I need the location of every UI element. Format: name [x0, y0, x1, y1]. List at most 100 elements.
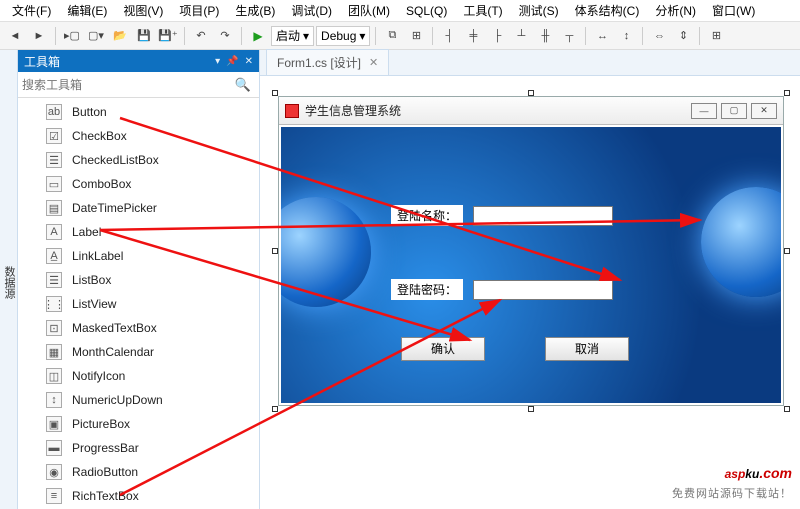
toolbox-item-listbox[interactable]: ☰ListBox	[18, 268, 259, 292]
control-icon: ▣	[46, 416, 62, 432]
toolbox-item-numericupdown[interactable]: ↕NumericUpDown	[18, 388, 259, 412]
tab-order-icon[interactable]: ⊞	[405, 25, 427, 47]
save-icon[interactable]: 💾	[133, 25, 155, 47]
menu-file[interactable]: 文件(F)	[4, 0, 59, 21]
toolbox-item-label: MonthCalendar	[72, 345, 154, 359]
toolbox-item-notifyicon[interactable]: ◫ NotifyIcon	[18, 364, 259, 388]
close-icon[interactable]: ✕	[751, 103, 777, 119]
menu-view[interactable]: 视图(V)	[115, 0, 171, 21]
minimize-icon[interactable]: —	[691, 103, 717, 119]
hspace-icon[interactable]: ↔	[591, 25, 613, 47]
chevron-down-icon: ▾	[303, 29, 309, 43]
align-top-icon[interactable]: ┴	[510, 25, 532, 47]
nav-back-icon[interactable]: ◄	[4, 25, 26, 47]
menu-analyze[interactable]: 分析(N)	[647, 0, 704, 21]
align-mid-icon[interactable]: ╫	[534, 25, 556, 47]
toolbox-item-combobox[interactable]: ▭ComboBox	[18, 172, 259, 196]
grid-icon[interactable]: ⊞	[705, 25, 727, 47]
menu-sql[interactable]: SQL(Q)	[398, 2, 455, 20]
menu-arch[interactable]: 体系结构(C)	[567, 0, 648, 21]
toolbox-item-linklabel[interactable]: A̲LinkLabel	[18, 244, 259, 268]
toolbox-item-datetimepicker[interactable]: ▤DateTimePicker	[18, 196, 259, 220]
add-item-icon[interactable]: ▢▾	[85, 25, 107, 47]
toolbox-item-richtextbox[interactable]: ≡ RichTextBox	[18, 484, 259, 508]
align-right-icon[interactable]: ├	[486, 25, 508, 47]
toolbox-search: 🔍	[18, 72, 259, 98]
undo-icon[interactable]: ↶	[190, 25, 212, 47]
toolbox-item-button[interactable]: ab Button	[18, 100, 259, 124]
save-all-icon[interactable]: 💾⁺	[157, 25, 179, 47]
menu-window[interactable]: 窗口(W)	[704, 0, 763, 21]
close-icon[interactable]: ✕	[245, 56, 253, 67]
toolbox-item-label: MaskedTextBox	[72, 321, 157, 335]
toolbox-item-radiobutton[interactable]: ◉RadioButton	[18, 460, 259, 484]
control-icon: ▬	[46, 440, 62, 456]
cancel-button[interactable]: 取消	[545, 337, 629, 361]
textbox-username[interactable]	[473, 206, 613, 226]
align-center-icon[interactable]: ╪	[462, 25, 484, 47]
menu-test[interactable]: 测试(S)	[511, 0, 567, 21]
label-password[interactable]: 登陆密码：	[391, 279, 463, 300]
globe-image	[281, 197, 371, 307]
toolbox-item-label[interactable]: ALabel	[18, 220, 259, 244]
control-icon: ◫	[46, 368, 62, 384]
toolbox-item-label: CheckedListBox	[72, 153, 159, 167]
toolbox-title: 工具箱	[24, 53, 60, 70]
toolbox-item-label: NumericUpDown	[72, 393, 163, 407]
nav-fwd-icon[interactable]: ►	[28, 25, 50, 47]
control-icon: A̲	[46, 248, 62, 264]
toolbox-item-listview[interactable]: ⋮⋮ListView	[18, 292, 259, 316]
ok-button[interactable]: 确认	[401, 337, 485, 361]
start-debug-icon[interactable]: ▶	[247, 25, 269, 47]
search-input[interactable]	[22, 78, 231, 92]
tab-label: Form1.cs [设计]	[277, 54, 361, 71]
toolbox-item-label: NotifyIcon	[72, 369, 125, 383]
align-bot-icon[interactable]: ┬	[558, 25, 580, 47]
toolbox-item-label: PictureBox	[72, 417, 130, 431]
menu-project[interactable]: 项目(P)	[171, 0, 227, 21]
size-height-icon[interactable]: ⇕	[672, 25, 694, 47]
maximize-icon[interactable]: ▢	[721, 103, 747, 119]
open-icon[interactable]: 📂	[109, 25, 131, 47]
control-icon: ab	[46, 104, 62, 120]
layout-icon[interactable]: ⧉	[381, 25, 403, 47]
dropdown-icon[interactable]: ▾	[215, 56, 220, 67]
toolbox-item-label: Button	[72, 105, 107, 119]
align-left-icon[interactable]: ┤	[438, 25, 460, 47]
tab-form1[interactable]: Form1.cs [设计] ✕	[266, 49, 389, 75]
app-icon	[285, 104, 299, 118]
config-select[interactable]: Debug ▾	[316, 26, 370, 46]
vspace-icon[interactable]: ↕	[615, 25, 637, 47]
toolbox-item-picturebox[interactable]: ▣ PictureBox	[18, 412, 259, 436]
form-canvas[interactable]: 学生信息管理系统 — ▢ ✕ 登陆名称： 登陆密码：	[278, 96, 784, 406]
toolbox-item-label: DateTimePicker	[72, 201, 157, 215]
side-tab-datasource[interactable]: 数据源	[0, 50, 18, 509]
toolbox-item-checkbox[interactable]: ☑CheckBox	[18, 124, 259, 148]
toolbox-item-label: RadioButton	[72, 465, 138, 479]
control-icon: ≡	[46, 488, 62, 504]
textbox-password[interactable]	[473, 280, 613, 300]
doc-tabs: Form1.cs [设计] ✕	[260, 50, 800, 76]
menu-edit[interactable]: 编辑(E)	[59, 0, 115, 21]
pin-icon[interactable]: 📌	[226, 56, 238, 67]
close-icon[interactable]: ✕	[369, 56, 378, 69]
menu-build[interactable]: 生成(B)	[227, 0, 283, 21]
start-button[interactable]: 启动 ▾	[271, 26, 314, 46]
form-window: 学生信息管理系统 — ▢ ✕ 登陆名称： 登陆密码：	[279, 97, 783, 405]
form-body[interactable]: 登陆名称： 登陆密码： 确认 取消	[281, 127, 781, 403]
new-project-icon[interactable]: ▸▢	[61, 25, 83, 47]
menu-tools[interactable]: 工具(T)	[455, 0, 510, 21]
label-username[interactable]: 登陆名称：	[391, 205, 463, 226]
toolbox-item-checkedlistbox[interactable]: ☰CheckedListBox	[18, 148, 259, 172]
toolbox-item-progressbar[interactable]: ▬ProgressBar	[18, 436, 259, 460]
search-icon[interactable]: 🔍	[231, 77, 255, 93]
redo-icon[interactable]: ↷	[214, 25, 236, 47]
menu-team[interactable]: 团队(M)	[340, 0, 398, 21]
toolbox-item-maskedtextbox[interactable]: ⊡MaskedTextBox	[18, 316, 259, 340]
toolbox-item-monthcalendar[interactable]: ▦MonthCalendar	[18, 340, 259, 364]
toolbox-item-label: ListBox	[72, 273, 111, 287]
size-width-icon[interactable]: ⇔	[648, 25, 670, 47]
toolbox-item-label: ListView	[72, 297, 116, 311]
menu-debug[interactable]: 调试(D)	[283, 0, 340, 21]
toolbox-item-label: RichTextBox	[72, 489, 139, 503]
